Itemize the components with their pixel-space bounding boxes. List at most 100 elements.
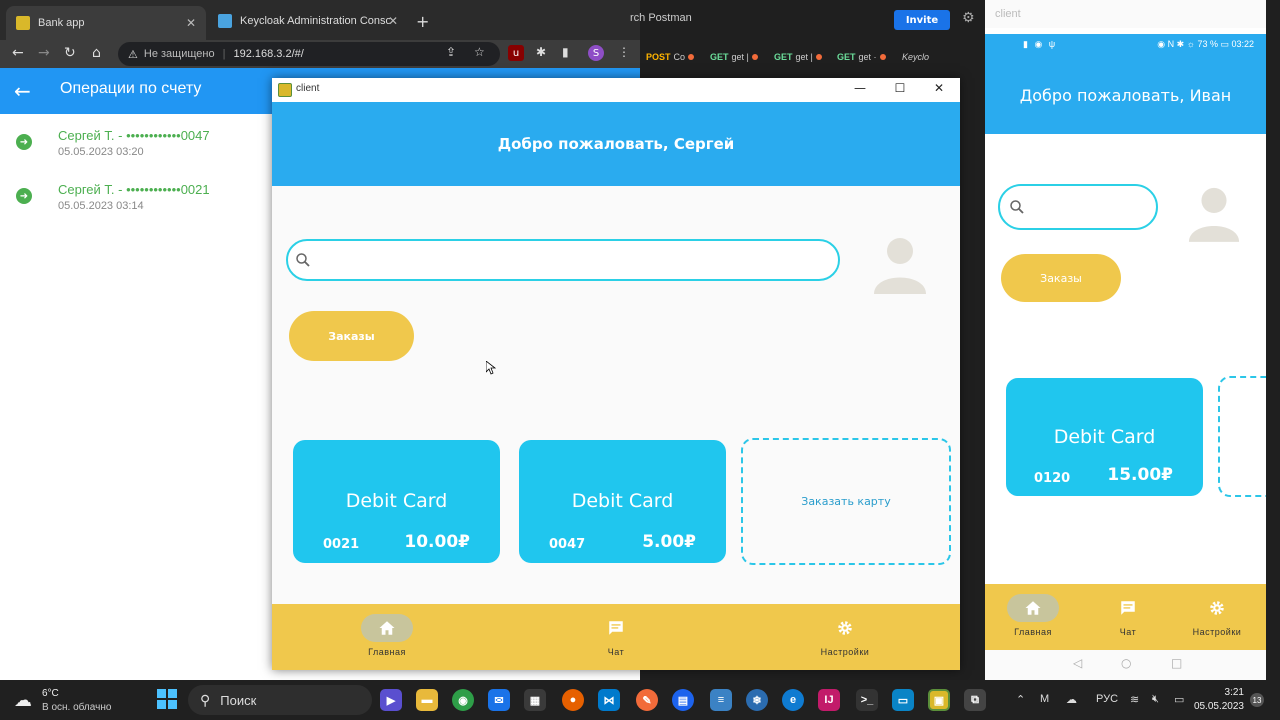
nav-item-settings[interactable]: Настройки xyxy=(795,614,895,657)
intellij-icon[interactable]: IJ xyxy=(818,689,840,711)
window-title: client xyxy=(995,8,1021,20)
list-item[interactable]: ➜ Сергей Т. - ••••••••••••0047 05.05.202… xyxy=(0,126,272,176)
avatar[interactable] xyxy=(1187,184,1241,242)
bottom-navigation: Главная Чат Настройки xyxy=(272,604,960,670)
remote-desktop-icon[interactable]: ▭ xyxy=(892,689,914,711)
volume-muted-icon[interactable]: 🔇︎ xyxy=(1152,693,1159,706)
notification-badge[interactable]: 13 xyxy=(1250,693,1264,707)
debit-card[interactable]: Debit Card 0021 10.00₽ xyxy=(293,440,500,563)
store-icon[interactable]: ▦ xyxy=(524,689,546,711)
language-indicator[interactable]: РУС xyxy=(1096,693,1118,705)
page-title: Операции по счету xyxy=(60,80,202,97)
snowflake-icon[interactable]: ❄ xyxy=(746,689,768,711)
window-titlebar: client — ☐ ✕ xyxy=(272,78,960,102)
postman-request-tab[interactable]: POST Co xyxy=(646,52,695,62)
postman-request-tab[interactable]: GET get | xyxy=(710,52,758,62)
postman-search[interactable]: rch Postman xyxy=(630,12,692,24)
address-bar[interactable]: ⚠ Не защищено | 192.168.3.2/#/ xyxy=(118,42,500,66)
extensions-icon[interactable]: ✱ xyxy=(536,45,546,59)
start-button[interactable] xyxy=(157,689,177,709)
vscode-icon[interactable]: ⋈ xyxy=(598,689,620,711)
ublock-icon[interactable]: u xyxy=(508,45,524,61)
onedrive-icon[interactable]: ☁ xyxy=(1066,693,1077,706)
order-card-label: Заказать карту xyxy=(801,495,891,508)
clock[interactable]: 3:21 05.05.2023 xyxy=(1190,686,1244,714)
search-input[interactable] xyxy=(286,239,840,281)
file-explorer-icon[interactable]: ▬ xyxy=(416,689,438,711)
mail-icon[interactable]: ✉ xyxy=(488,689,510,711)
orders-label: Заказы xyxy=(328,329,375,343)
postman-icon[interactable]: ✎ xyxy=(636,689,658,711)
postman-request-tab[interactable]: Keyclo xyxy=(902,52,929,62)
clock-date: 05.05.2023 xyxy=(1193,701,1244,712)
debit-card[interactable]: Debit Card 0120 15.00₽ xyxy=(1006,378,1203,496)
orders-button[interactable]: Заказы xyxy=(289,311,414,361)
browser-tab-keycloak[interactable]: Keycloak Administration Console ✕ xyxy=(208,6,408,36)
android-home-icon[interactable]: ○ xyxy=(1121,656,1131,670)
tab-title: Keycloak Administration Console xyxy=(240,15,390,27)
maximize-icon[interactable]: ☐ xyxy=(890,81,910,95)
search-input[interactable] xyxy=(998,184,1158,230)
phone-emulator: client ▮ ◉ ψ ◉ N ✱ ☼ 73 % ▭ 03:22 Добро … xyxy=(985,0,1278,680)
card-balance: 15.00₽ xyxy=(1107,465,1173,485)
avatar[interactable] xyxy=(872,234,928,294)
home-icon[interactable]: ⌂ xyxy=(92,45,101,61)
profile-avatar[interactable]: S xyxy=(588,45,604,61)
sidebar-icon[interactable]: ▮ xyxy=(562,45,569,59)
client-window: client — ☐ ✕ Добро пожаловать, Сергей За… xyxy=(272,78,960,670)
bookmark-star-icon[interactable]: ☆ xyxy=(474,45,485,59)
forward-icon[interactable]: → xyxy=(38,45,50,61)
invite-button[interactable]: Invite xyxy=(894,10,950,30)
menu-icon[interactable]: ⋮ xyxy=(618,45,630,59)
close-icon[interactable]: ✕ xyxy=(186,16,196,30)
back-arrow-icon[interactable]: ← xyxy=(14,79,31,103)
list-item[interactable]: ➜ Сергей Т. - ••••••••••••0021 05.05.202… xyxy=(0,180,272,230)
notepad-icon[interactable]: ≡ xyxy=(710,689,732,711)
nav-item-settings[interactable]: Настройки xyxy=(1177,594,1257,637)
postman-request-tab[interactable]: GET get · xyxy=(837,52,886,62)
new-tab-icon[interactable]: + xyxy=(416,12,429,31)
nav-item-home[interactable]: Главная xyxy=(337,614,437,657)
search-label: Поиск xyxy=(220,692,257,708)
close-icon[interactable]: ✕ xyxy=(388,14,398,28)
chrome-icon[interactable]: ◉ xyxy=(452,689,474,711)
orders-button[interactable]: Заказы xyxy=(1001,254,1121,302)
terminal-icon[interactable]: >_ xyxy=(856,689,878,711)
gear-icon[interactable]: ⚙ xyxy=(962,10,975,26)
taskbar-search[interactable]: ⚲ Поиск xyxy=(188,685,372,715)
signal-icons: ▮ ◉ ψ xyxy=(1023,39,1058,49)
flutter-app-icon xyxy=(16,16,30,30)
share-icon[interactable]: ⇪ xyxy=(446,45,456,59)
m-app-icon[interactable]: M xyxy=(1040,693,1049,705)
firefox-icon[interactable]: ● xyxy=(562,689,584,711)
nav-label: Главная xyxy=(1014,627,1052,637)
back-icon[interactable]: ← xyxy=(12,45,24,61)
docker-icon[interactable]: ▤ xyxy=(672,689,694,711)
close-icon[interactable]: ✕ xyxy=(929,81,949,95)
home-icon xyxy=(361,614,413,642)
arrow-right-circle-icon: ➜ xyxy=(16,134,32,150)
search-icon xyxy=(1010,200,1024,214)
android-recents-icon[interactable]: □ xyxy=(1171,656,1182,670)
order-card-button[interactable]: Заказать карту xyxy=(741,438,951,565)
meet-icon[interactable]: ▶ xyxy=(380,689,402,711)
nav-item-chat[interactable]: Чат xyxy=(1088,594,1168,637)
android-back-icon[interactable]: ◁ xyxy=(1073,656,1082,670)
wifi-icon[interactable]: ≋ xyxy=(1130,693,1139,706)
emulator-icon[interactable]: ⧉ xyxy=(964,689,986,711)
debit-card[interactable]: Debit Card 0047 5.00₽ xyxy=(519,440,726,563)
chat-icon xyxy=(1102,594,1154,622)
chevron-up-icon[interactable]: ⌃ xyxy=(1016,693,1025,706)
nav-item-chat[interactable]: Чат xyxy=(566,614,666,657)
flutter-app-icon xyxy=(278,83,292,97)
battery-icon[interactable]: ▭ xyxy=(1174,693,1184,706)
minimize-icon[interactable]: — xyxy=(850,81,870,95)
browser-tab-bank-app[interactable]: Bank app ✕ xyxy=(6,6,206,40)
postman-request-tab[interactable]: GET get | xyxy=(774,52,822,62)
flutter-app-icon[interactable]: ▣ xyxy=(928,689,950,711)
reload-icon[interactable]: ↻ xyxy=(64,45,76,61)
cloud-sun-icon: ☁ xyxy=(14,690,32,710)
edge-icon[interactable]: e xyxy=(782,689,804,711)
card-type: Debit Card xyxy=(1053,426,1156,448)
nav-item-home[interactable]: Главная xyxy=(993,594,1073,637)
